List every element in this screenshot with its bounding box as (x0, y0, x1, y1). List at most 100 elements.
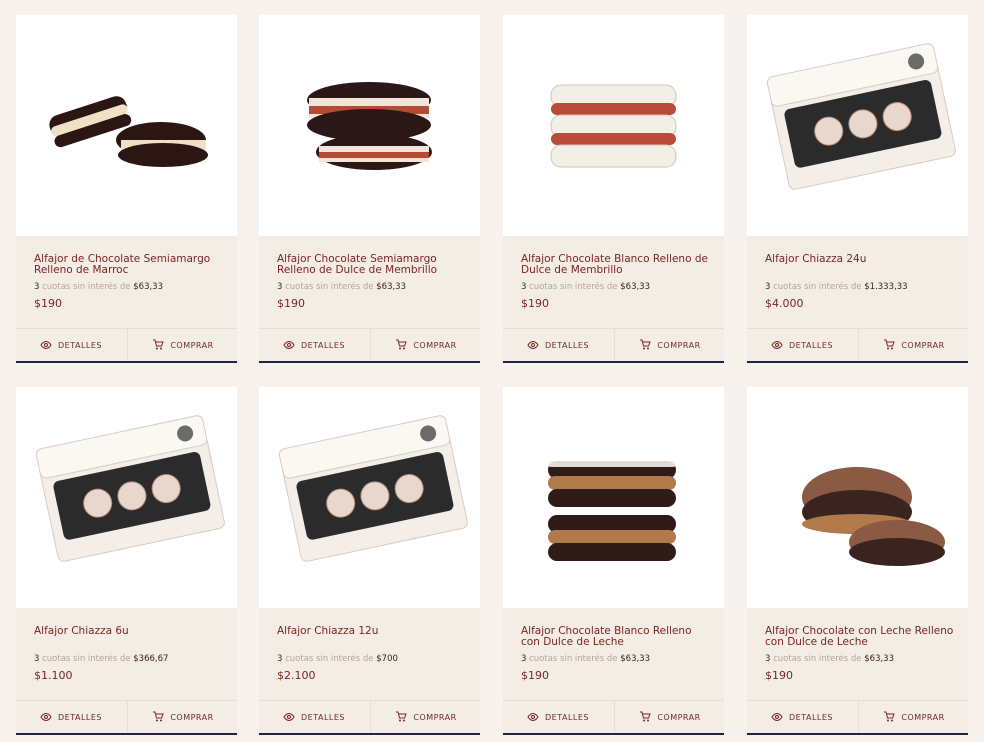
eye-icon (40, 712, 52, 724)
buy-button[interactable]: COMPRAR (614, 329, 725, 362)
details-button[interactable]: DETALLES (503, 701, 613, 734)
product-actions: DETALLES COMPRAR (16, 700, 237, 734)
cart-icon (639, 711, 652, 724)
card-underline (503, 733, 724, 735)
buy-label: COMPRAR (170, 713, 214, 722)
card-underline (16, 733, 237, 735)
installments-amount: $63,33 (133, 282, 163, 292)
product-price: $190 (277, 297, 305, 310)
product-name[interactable]: Alfajor de Chocolate Semiamargo Relleno … (34, 254, 224, 276)
product-box-image (766, 43, 956, 190)
card-underline (747, 733, 968, 735)
cart-icon (152, 711, 165, 724)
details-button[interactable]: DETALLES (503, 329, 613, 362)
cart-icon (395, 711, 408, 724)
product-price: $2.100 (277, 669, 316, 682)
product-actions: DETALLES COMPRAR (747, 700, 968, 734)
eye-icon (771, 712, 783, 724)
card-underline (16, 361, 237, 363)
details-label: DETALLES (545, 713, 589, 722)
buy-button[interactable]: COMPRAR (127, 701, 238, 734)
buy-button[interactable]: COMPRAR (370, 329, 481, 362)
details-button[interactable]: DETALLES (747, 329, 857, 362)
buy-button[interactable]: COMPRAR (858, 329, 969, 362)
product-name[interactable]: Alfajor Chocolate Semiamargo Relleno de … (277, 254, 467, 276)
product-image[interactable] (503, 387, 724, 608)
product-image[interactable] (747, 15, 968, 236)
product-price: $190 (521, 669, 549, 682)
card-underline (747, 361, 968, 363)
details-button[interactable]: DETALLES (16, 329, 126, 362)
cart-icon (395, 339, 408, 352)
details-label: DETALLES (58, 341, 102, 350)
product-image[interactable] (259, 387, 480, 608)
installments-text: cuotas sin interés de (529, 282, 618, 292)
installments-text: cuotas sin interés de (42, 282, 131, 292)
product-actions: DETALLES COMPRAR (259, 700, 480, 734)
card-underline (503, 361, 724, 363)
product-info: Alfajor Chocolate Blanco Relleno de Dulc… (503, 236, 724, 328)
product-image[interactable] (16, 387, 237, 608)
installments-amount: $366,67 (133, 654, 169, 664)
card-underline (259, 361, 480, 363)
buy-button[interactable]: COMPRAR (370, 701, 481, 734)
eye-icon (40, 340, 52, 352)
eye-icon (283, 340, 295, 352)
eye-icon (527, 340, 539, 352)
details-button[interactable]: DETALLES (259, 701, 369, 734)
details-button[interactable]: DETALLES (259, 329, 369, 362)
installments-text: cuotas sin interés de (285, 282, 374, 292)
product-box-image (35, 415, 225, 562)
details-label: DETALLES (58, 713, 102, 722)
product-price: $190 (521, 297, 549, 310)
eye-icon (283, 712, 295, 724)
product-name[interactable]: Alfajor Chocolate con Leche Relleno con … (765, 626, 955, 648)
installments-amount: $1.333,33 (864, 282, 908, 292)
installments: 3 cuotas sin interés de $63,33 (277, 282, 406, 292)
product-info: Alfajor Chiazza 6u 3 cuotas sin interés … (16, 608, 237, 700)
product-info: Alfajor Chiazza 24u 3 cuotas sin interés… (747, 236, 968, 328)
product-actions: DETALLES COMPRAR (503, 328, 724, 362)
installments-text: cuotas sin interés de (773, 654, 862, 664)
product-name[interactable]: Alfajor Chiazza 6u (34, 626, 224, 637)
product-info: Alfajor de Chocolate Semiamargo Relleno … (16, 236, 237, 328)
product-card: Alfajor Chocolate Semiamargo Relleno de … (259, 15, 480, 363)
installments: 3 cuotas sin interés de $700 (277, 654, 398, 664)
product-name[interactable]: Alfajor Chocolate Blanco Relleno de Dulc… (521, 254, 711, 276)
details-label: DETALLES (789, 341, 833, 350)
product-name[interactable]: Alfajor Chiazza 24u (765, 254, 955, 265)
installments-count: 3 (521, 282, 527, 292)
details-button[interactable]: DETALLES (747, 701, 857, 734)
product-actions: DETALLES COMPRAR (503, 700, 724, 734)
installments-text: cuotas sin interés de (42, 654, 131, 664)
cart-icon (639, 339, 652, 352)
installments-amount: $700 (376, 654, 398, 664)
product-card: Alfajor Chiazza 24u 3 cuotas sin interés… (747, 15, 968, 363)
installments-amount: $63,33 (376, 282, 406, 292)
buy-button[interactable]: COMPRAR (127, 329, 238, 362)
product-info: Alfajor Chocolate Blanco Relleno con Dul… (503, 608, 724, 700)
buy-label: COMPRAR (170, 341, 214, 350)
details-label: DETALLES (545, 341, 589, 350)
product-actions: DETALLES COMPRAR (259, 328, 480, 362)
installments: 3 cuotas sin interés de $63,33 (34, 282, 163, 292)
product-image[interactable] (747, 387, 968, 608)
details-label: DETALLES (301, 713, 345, 722)
buy-button[interactable]: COMPRAR (614, 701, 725, 734)
details-button[interactable]: DETALLES (16, 701, 126, 734)
installments-count: 3 (521, 654, 527, 664)
buy-button[interactable]: COMPRAR (858, 701, 969, 734)
installments-count: 3 (34, 654, 40, 664)
product-name[interactable]: Alfajor Chiazza 12u (277, 626, 467, 637)
installments: 3 cuotas sin interés de $63,33 (521, 654, 650, 664)
product-card: Alfajor Chocolate Blanco Relleno con Dul… (503, 387, 724, 735)
eye-icon (771, 340, 783, 352)
product-image[interactable] (16, 15, 237, 236)
installments-count: 3 (765, 282, 771, 292)
buy-label: COMPRAR (413, 713, 457, 722)
cart-icon (883, 711, 896, 724)
product-image[interactable] (259, 15, 480, 236)
product-image[interactable] (503, 15, 724, 236)
product-price: $190 (34, 297, 62, 310)
product-name[interactable]: Alfajor Chocolate Blanco Relleno con Dul… (521, 626, 711, 648)
